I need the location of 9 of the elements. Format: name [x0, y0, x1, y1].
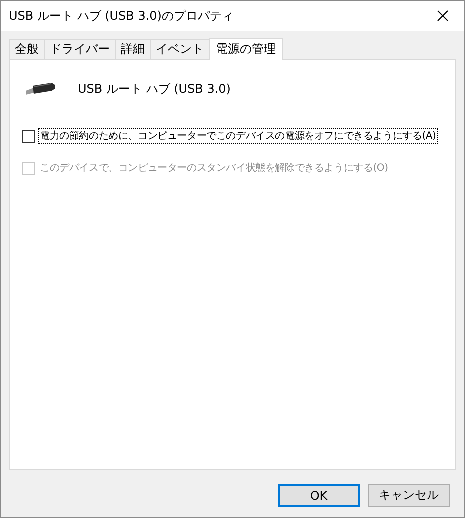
window-title: USB ルート ハブ (USB 3.0)のプロパティ	[9, 8, 234, 24]
checkbox-label[interactable]: 電力の節約のために、コンピューターでこのデバイスの電源をオフにできるようにする(A)	[38, 128, 438, 144]
ok-button[interactable]: OK	[278, 484, 360, 507]
device-name: USB ルート ハブ (USB 3.0)	[78, 80, 231, 98]
checkbox[interactable]	[22, 130, 35, 142]
tab[interactable]: 電源の管理	[209, 38, 283, 60]
cancel-button[interactable]: キャンセル	[368, 484, 450, 507]
usb-plug-icon	[24, 82, 56, 96]
tab[interactable]: 全般	[9, 39, 45, 59]
